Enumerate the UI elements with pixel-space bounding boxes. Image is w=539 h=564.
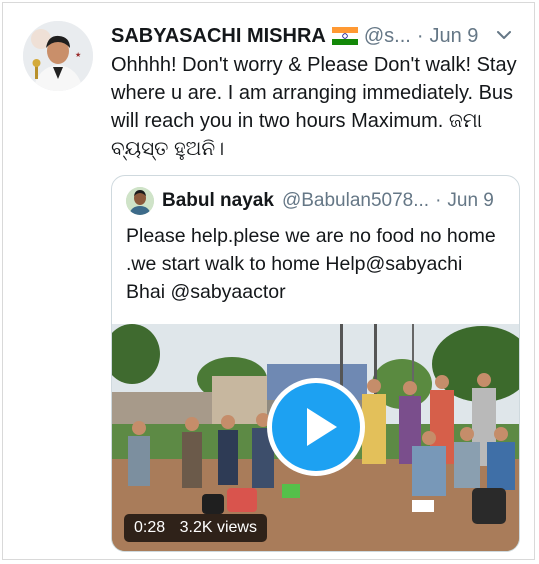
author-handle[interactable]: @s... — [364, 25, 411, 48]
video-duration: 0:28 — [134, 519, 166, 536]
tweet-date[interactable]: Jun 9 — [430, 25, 479, 48]
quoted-tweet[interactable]: Babul nayak @Babulan5078... · Jun 9 Plea… — [111, 175, 520, 552]
avatar[interactable]: ★ — [23, 21, 93, 91]
video-views: 3.2K views — [179, 519, 257, 536]
tweet-header: SABYASACHI MISHRA @s... · Jun 9 — [111, 21, 514, 51]
quoted-text: Please help.plese we are no food no home… — [126, 225, 496, 303]
video-player[interactable]: 0:28 3.2K views — [112, 324, 519, 551]
quoted-author-name[interactable]: Babul nayak — [162, 190, 274, 212]
quoted-separator-dot: · — [435, 190, 442, 211]
tweet-card[interactable]: ★ SABYASACHI MISHRA @s... · Jun 9 Ohhhh!… — [2, 2, 535, 560]
play-icon[interactable] — [267, 378, 365, 476]
author-name[interactable]: SABYASACHI MISHRA — [111, 25, 326, 48]
video-meta: 0:28 3.2K views — [124, 514, 267, 542]
quoted-date[interactable]: Jun 9 — [447, 190, 493, 212]
quoted-header: Babul nayak @Babulan5078... · Jun 9 — [162, 186, 507, 216]
svg-text:★: ★ — [75, 51, 81, 59]
quoted-author-handle[interactable]: @Babulan5078... — [282, 190, 429, 212]
chevron-down-icon[interactable] — [494, 25, 514, 45]
separator-dot: · — [416, 24, 424, 47]
tweet-text: Ohhhh! Don't worry & Please Don't walk! … — [111, 54, 517, 160]
india-flag-icon — [331, 27, 358, 45]
quoted-avatar — [126, 187, 154, 215]
